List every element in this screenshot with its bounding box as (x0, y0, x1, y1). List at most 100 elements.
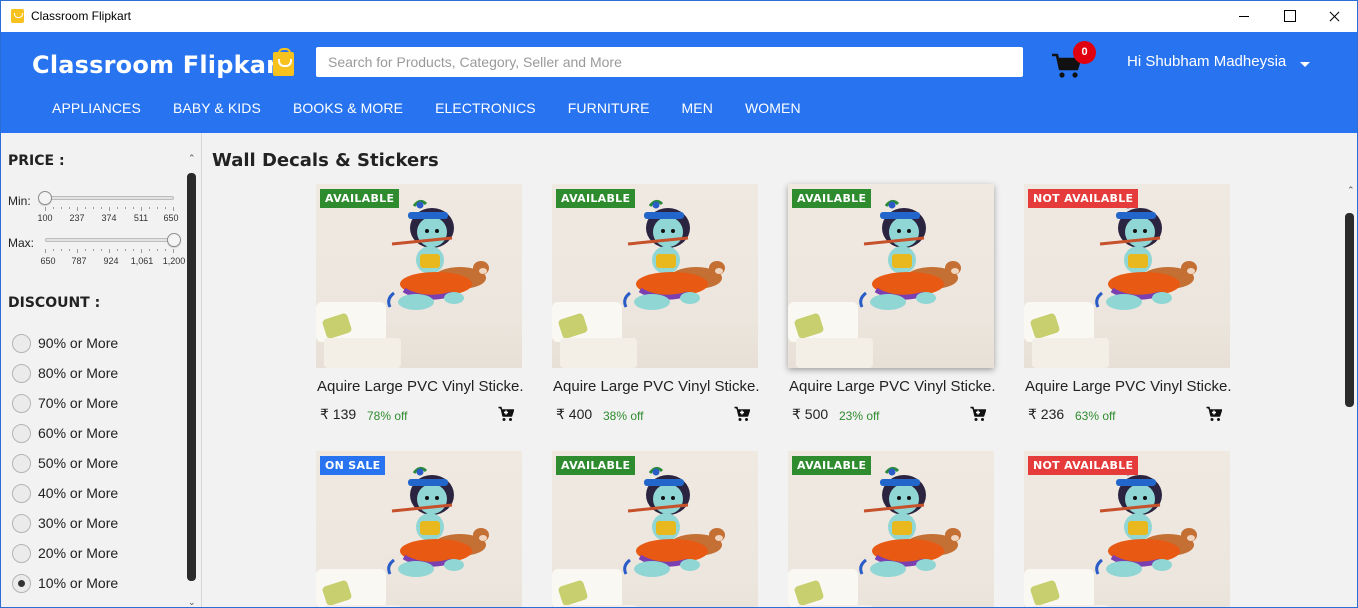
discount-option[interactable]: 40% or More (12, 483, 118, 503)
discount-option[interactable]: 90% or More (12, 333, 118, 353)
product-card[interactable]: NOT AVAILABLE (1024, 451, 1230, 607)
max-tick: 650 (40, 256, 56, 266)
product-card[interactable]: AVAILABLE Aquire Large PVC Vinyl Sticke.… (552, 184, 759, 423)
nav-electronics[interactable]: ELECTRONICS (435, 100, 536, 116)
discount-option[interactable]: 20% or More (12, 543, 118, 563)
availability-badge: AVAILABLE (792, 456, 872, 475)
product-discount: 23% off (839, 409, 880, 423)
product-image[interactable]: AVAILABLE (552, 451, 758, 607)
radio-button[interactable] (12, 453, 31, 473)
product-grid-panel: Wall Decals & Stickers AVAILABLE Aquire … (202, 133, 1357, 607)
product-name[interactable]: Aquire Large PVC Vinyl Sticke... (317, 378, 523, 395)
brand-logo[interactable]: Classroom Flipkart (32, 51, 290, 79)
discount-option[interactable]: 30% or More (12, 513, 118, 533)
discount-label: 80% or More (38, 365, 119, 381)
krishna-decal-graphic (1095, 199, 1197, 310)
product-card[interactable]: AVAILABLE Aquire Large PVC Vinyl Sticke.… (316, 184, 523, 423)
header-bar: Classroom Flipkart 0 Hi Shubham Madheysi… (1, 32, 1357, 133)
close-button[interactable] (1311, 1, 1357, 32)
user-menu-caret-icon[interactable] (1300, 62, 1310, 67)
radio-button[interactable] (12, 393, 31, 413)
product-card[interactable]: ON SALE (316, 451, 522, 607)
discount-option-selected[interactable]: 10% or More (12, 573, 118, 593)
discount-option[interactable]: 60% or More (12, 423, 118, 443)
max-tick: 1,061 (130, 256, 154, 266)
min-label: Min: (8, 194, 31, 208)
krishna-decal-graphic (387, 466, 489, 577)
product-name[interactable]: Aquire Large PVC Vinyl Sticke... (789, 378, 995, 395)
min-price-slider[interactable] (45, 196, 174, 200)
radio-button[interactable] (12, 333, 31, 353)
filter-sidebar: PRICE : Min: 100 237 374 511 650 Max: 65… (1, 133, 202, 607)
radio-button[interactable] (12, 543, 31, 563)
sidebar-scrollbar[interactable] (187, 173, 196, 581)
grid-scroll-up-icon[interactable]: ⌃ (1347, 185, 1355, 196)
minimize-button[interactable] (1221, 1, 1267, 32)
nav-furniture[interactable]: FURNITURE (568, 100, 650, 116)
add-to-cart-icon[interactable] (1206, 406, 1222, 422)
product-image[interactable]: AVAILABLE (788, 451, 994, 607)
min-price-thumb[interactable] (38, 191, 52, 205)
nav-baby-kids[interactable]: BABY & KIDS (173, 100, 261, 116)
category-nav: APPLIANCES BABY & KIDS BOOKS & MORE ELEC… (52, 100, 833, 116)
krishna-decal-graphic (859, 466, 961, 577)
product-image[interactable]: ON SALE (316, 451, 522, 607)
add-to-cart-icon[interactable] (970, 406, 986, 422)
max-price-thumb[interactable] (167, 233, 181, 247)
discount-label: 60% or More (38, 425, 119, 441)
min-tick: 650 (163, 213, 179, 223)
krishna-decal-graphic (623, 199, 725, 310)
discount-option[interactable]: 80% or More (12, 363, 118, 383)
availability-badge: AVAILABLE (556, 189, 636, 208)
price-heading: PRICE : (8, 153, 65, 169)
product-image[interactable]: NOT AVAILABLE (1024, 184, 1230, 368)
discount-label: 50% or More (38, 455, 119, 471)
add-to-cart-icon[interactable] (734, 406, 750, 422)
product-name[interactable]: Aquire Large PVC Vinyl Sticke... (553, 378, 759, 395)
availability-badge: AVAILABLE (792, 189, 872, 208)
product-card[interactable]: AVAILABLE Aquire Large PVC Vinyl Sticke.… (788, 184, 995, 423)
nav-appliances[interactable]: APPLIANCES (52, 100, 141, 116)
product-image[interactable]: AVAILABLE (316, 184, 522, 368)
product-image[interactable]: AVAILABLE (552, 184, 758, 368)
min-tick: 374 (101, 213, 117, 223)
max-tick: 924 (103, 256, 119, 266)
product-image[interactable]: NOT AVAILABLE (1024, 451, 1230, 607)
cart-count-badge: 0 (1073, 41, 1096, 64)
discount-label: 90% or More (38, 335, 119, 351)
krishna-decal-graphic (859, 199, 961, 310)
product-image[interactable]: AVAILABLE (788, 184, 994, 368)
section-title: Wall Decals & Stickers (212, 150, 439, 171)
radio-button[interactable] (12, 423, 31, 443)
add-to-cart-icon[interactable] (498, 406, 514, 422)
max-tick: 1,200 (162, 256, 186, 266)
min-tick: 511 (133, 213, 149, 223)
nav-women[interactable]: WOMEN (745, 100, 801, 116)
nav-men[interactable]: MEN (682, 100, 713, 116)
product-name[interactable]: Aquire Large PVC Vinyl Sticke... (1025, 378, 1231, 395)
grid-scrollbar[interactable] (1345, 213, 1354, 407)
product-card[interactable]: NOT AVAILABLE Aquire Large PVC Vinyl Sti… (1024, 184, 1231, 423)
maximize-button[interactable] (1267, 1, 1313, 32)
search-input[interactable] (316, 47, 1023, 77)
discount-option[interactable]: 50% or More (12, 453, 118, 473)
radio-button-checked[interactable] (12, 573, 31, 593)
min-tick: 237 (69, 213, 85, 223)
product-card[interactable]: AVAILABLE (788, 451, 994, 607)
user-greeting[interactable]: Hi Shubham Madheysia (1127, 53, 1286, 70)
nav-books-more[interactable]: BOOKS & MORE (293, 100, 403, 116)
product-discount: 38% off (603, 409, 644, 423)
product-card[interactable]: AVAILABLE (552, 451, 758, 607)
discount-label: 70% or More (38, 395, 119, 411)
radio-button[interactable] (12, 513, 31, 533)
sidebar-scroll-up-icon[interactable]: ⌃ (188, 153, 196, 164)
max-price-slider[interactable] (45, 238, 174, 242)
krishna-decal-graphic (623, 466, 725, 577)
sidebar-scroll-down-icon[interactable]: ⌄ (188, 597, 196, 607)
radio-button[interactable] (12, 363, 31, 383)
min-tick: 100 (37, 213, 53, 223)
discount-option[interactable]: 70% or More (12, 393, 118, 413)
product-discount: 78% off (367, 409, 408, 423)
product-price: ₹ 236 (1028, 406, 1065, 422)
radio-button[interactable] (12, 483, 31, 503)
